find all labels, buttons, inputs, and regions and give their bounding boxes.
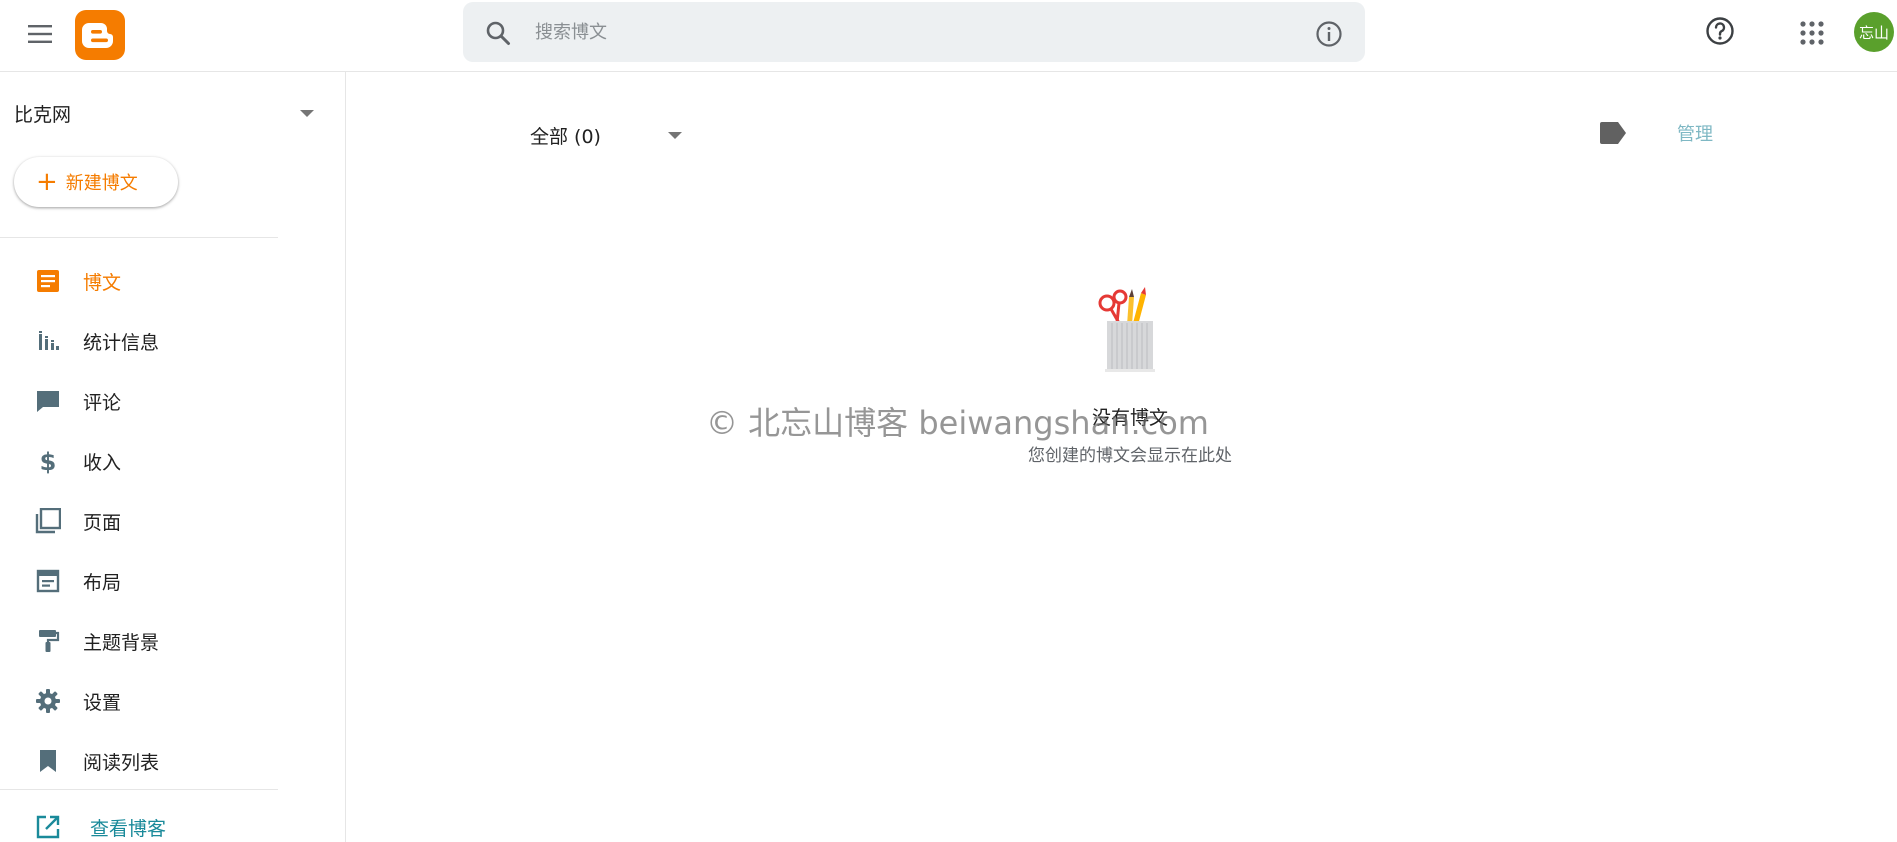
sidebar-item-label: 统计信息 xyxy=(83,332,160,354)
posts-icon xyxy=(34,267,62,295)
plus-icon: + xyxy=(36,167,58,197)
sidebar-item-label: 评论 xyxy=(83,392,122,414)
sidebar-item-label: 主题背景 xyxy=(83,632,160,654)
sidebar-item-label: 阅读列表 xyxy=(83,752,160,774)
top-bar: 忘山 xyxy=(0,0,1897,72)
sidebar-divider xyxy=(0,237,278,238)
dollar-icon: $ xyxy=(34,447,62,475)
sidebar-item-posts[interactable]: 博文 xyxy=(0,254,278,306)
view-blog-link[interactable]: 查看博客 xyxy=(0,800,278,842)
sidebar-item-label: 收入 xyxy=(83,452,122,474)
blog-name: 比克网 xyxy=(14,104,72,126)
new-post-button[interactable]: + 新建博文 xyxy=(14,157,178,207)
sidebar-item-label: 布局 xyxy=(83,572,122,594)
layout-icon xyxy=(34,567,62,595)
menu-icon[interactable] xyxy=(24,18,56,50)
gear-icon xyxy=(34,687,62,715)
manage-link[interactable]: 管理 xyxy=(1677,120,1713,146)
chevron-down-icon xyxy=(668,132,682,139)
avatar[interactable]: 忘山 xyxy=(1854,12,1894,52)
label-tag-icon[interactable] xyxy=(1598,120,1628,146)
search-input[interactable] xyxy=(535,14,1295,50)
sidebar-item-pages[interactable]: 页面 xyxy=(0,494,278,546)
apps-grid-icon[interactable] xyxy=(1797,18,1827,48)
search-bar xyxy=(463,2,1365,62)
paint-roller-icon xyxy=(34,627,62,655)
sidebar-item-label: 博文 xyxy=(83,272,122,294)
empty-state-title: 没有博文 xyxy=(1091,407,1168,429)
sidebar-item-earnings[interactable]: $ 收入 xyxy=(0,434,278,486)
sidebar: 比克网 + 新建博文 博文 统计信息 评论 $ 收入 页面 布局 主题背景 设置… xyxy=(0,72,346,842)
new-post-label: 新建博文 xyxy=(65,173,138,194)
comment-icon xyxy=(34,387,62,415)
sidebar-item-layout[interactable]: 布局 xyxy=(0,554,278,606)
sidebar-item-label: 设置 xyxy=(83,692,122,714)
svg-text:$: $ xyxy=(40,448,57,474)
empty-state-subtitle: 您创建的博文会显示在此处 xyxy=(1028,446,1232,466)
bookmark-icon xyxy=(34,747,62,775)
view-blog-label: 查看博客 xyxy=(90,818,167,840)
sidebar-item-theme[interactable]: 主题背景 xyxy=(0,614,278,666)
sidebar-item-settings[interactable]: 设置 xyxy=(0,674,278,726)
search-icon[interactable] xyxy=(485,20,511,46)
pages-icon xyxy=(34,507,62,535)
blogger-logo-icon[interactable] xyxy=(75,10,125,60)
blog-selector[interactable]: 比克网 xyxy=(14,94,314,130)
sidebar-item-stats[interactable]: 统计信息 xyxy=(0,314,278,366)
sidebar-item-comments[interactable]: 评论 xyxy=(0,374,278,426)
sidebar-divider xyxy=(0,789,278,790)
sidebar-item-reading-list[interactable]: 阅读列表 xyxy=(0,734,278,786)
sidebar-item-label: 页面 xyxy=(83,512,122,534)
chevron-down-icon xyxy=(300,110,314,117)
external-link-icon xyxy=(34,813,62,841)
stats-icon xyxy=(34,327,62,355)
pencil-cup-illustration xyxy=(1098,287,1155,372)
filter-label: 全部 (0) xyxy=(530,126,601,148)
help-icon[interactable] xyxy=(1704,15,1736,47)
info-icon[interactable] xyxy=(1315,20,1343,48)
post-filter-dropdown[interactable]: 全部 (0) xyxy=(530,116,690,152)
